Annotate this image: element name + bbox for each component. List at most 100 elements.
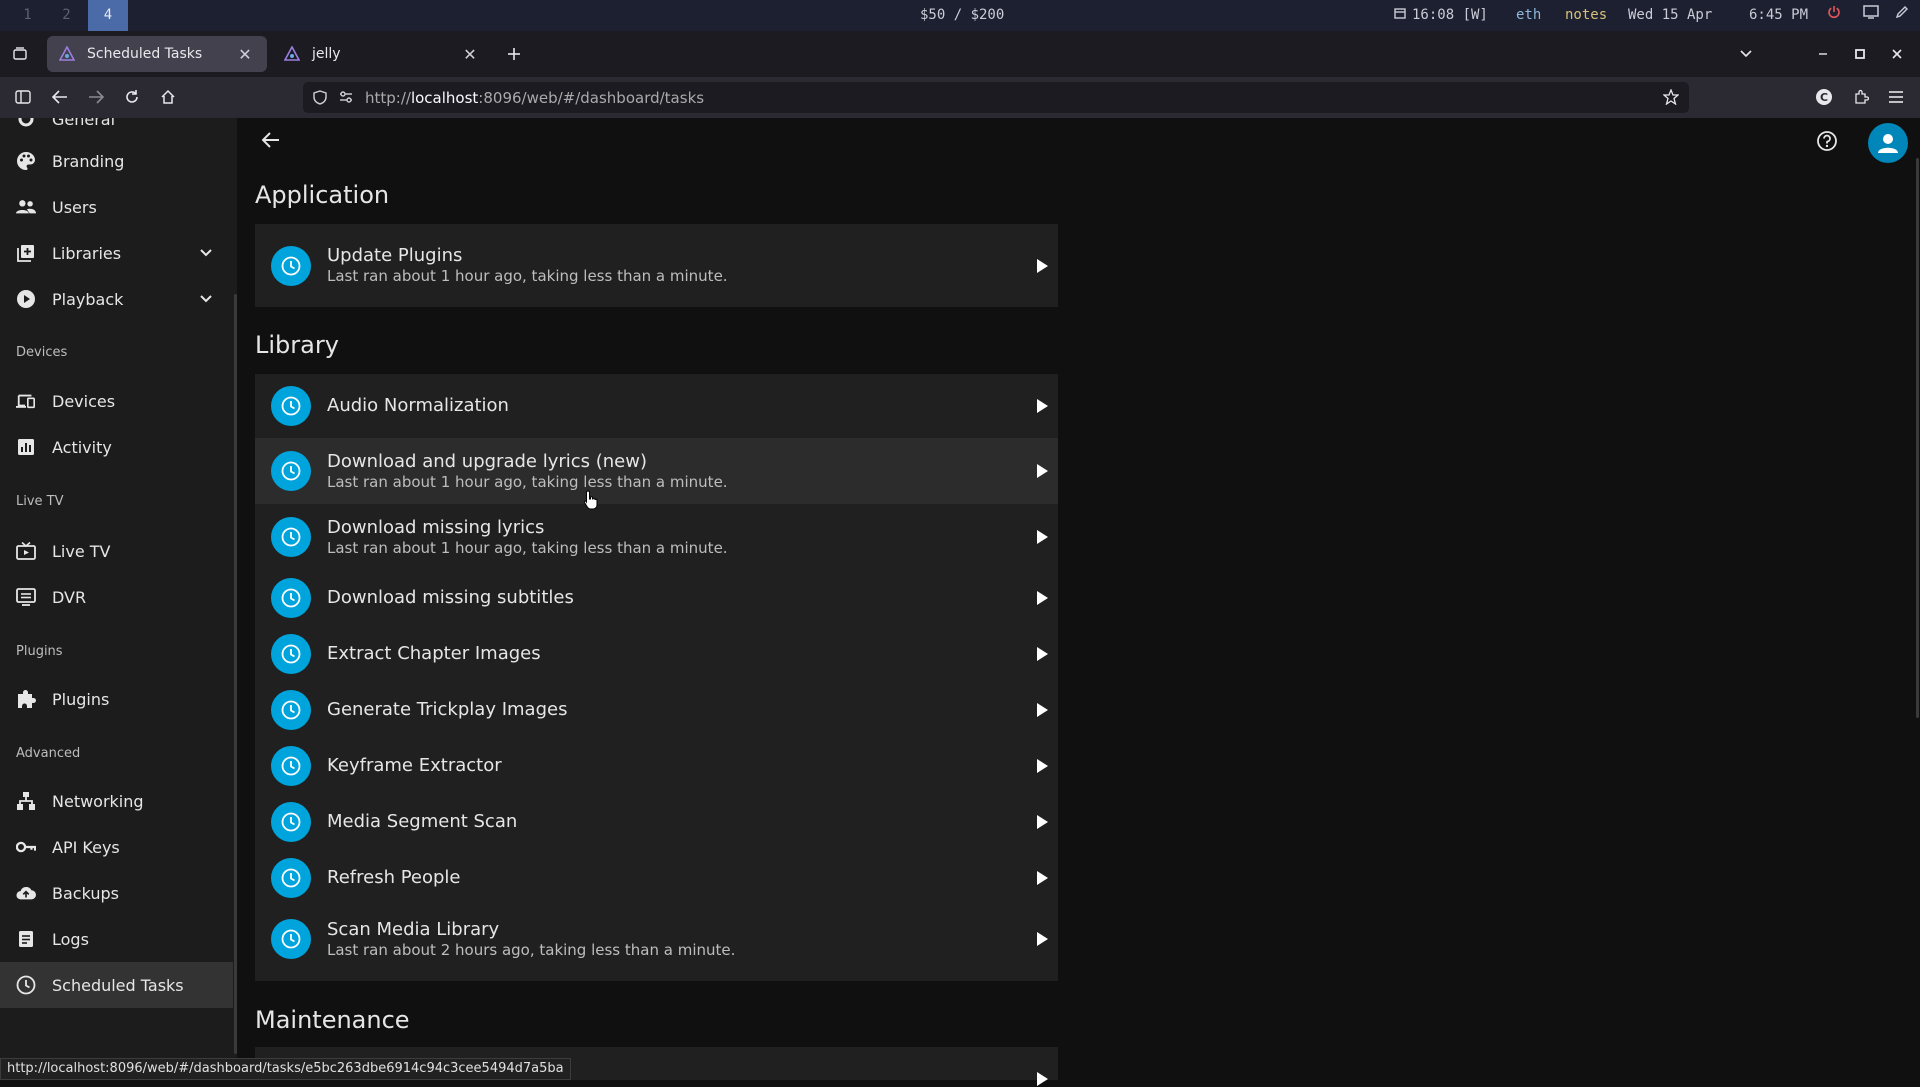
sidebar-item-live-tv[interactable]: Live TV xyxy=(0,528,233,574)
task-row-update-plugins[interactable]: Update Plugins Last ran about 1 hour ago… xyxy=(255,224,1058,307)
extensions-puzzle-icon[interactable] xyxy=(1847,83,1875,111)
task-name[interactable]: Scan Media Library xyxy=(327,919,499,940)
network-status: eth xyxy=(1516,7,1542,23)
task-name[interactable]: Download missing lyrics xyxy=(327,517,544,538)
play-icon[interactable] xyxy=(1035,529,1049,545)
sidebar-item-backups[interactable]: Backups xyxy=(0,870,233,916)
sidebar-item-libraries[interactable]: Libraries xyxy=(0,230,233,276)
task-row-keyframe-extractor[interactable]: Keyframe Extractor xyxy=(255,738,1058,794)
tab-scheduled-tasks[interactable]: Scheduled Tasks ✕ xyxy=(47,36,267,72)
site-permissions-icon[interactable] xyxy=(339,90,353,108)
sidebar-item-devices[interactable]: Devices xyxy=(0,378,233,424)
sidebar-toggle-icon[interactable] xyxy=(9,83,37,111)
sidebar-header-advanced: Advanced xyxy=(16,746,81,761)
task-name[interactable]: Extract Chapter Images xyxy=(327,643,541,664)
play-icon[interactable] xyxy=(1035,258,1049,274)
clock-icon xyxy=(271,858,311,898)
task-row-media-segment-scan[interactable]: Media Segment Scan xyxy=(255,794,1058,850)
task-name[interactable]: Download missing subtitles xyxy=(327,587,574,608)
back-icon[interactable] xyxy=(46,83,74,111)
home-icon[interactable] xyxy=(154,83,182,111)
task-name[interactable]: Media Segment Scan xyxy=(327,811,517,832)
minimize-icon[interactable] xyxy=(1809,40,1837,68)
tab-overview-icon[interactable] xyxy=(6,40,34,68)
sidebar-header-live-tv: Live TV xyxy=(16,494,64,509)
sidebar-item-networking[interactable]: Networking xyxy=(0,778,233,824)
clock-icon xyxy=(271,578,311,618)
task-name[interactable]: Generate Trickplay Images xyxy=(327,699,567,720)
tab-jelly[interactable]: jelly ✕ xyxy=(272,36,492,72)
main-scrollbar[interactable] xyxy=(1916,158,1919,718)
task-row-audio-normalization[interactable]: Audio Normalization xyxy=(255,374,1058,438)
task-status: Last ran about 2 hours ago, taking less … xyxy=(327,941,736,959)
task-name[interactable]: Refresh People xyxy=(327,867,461,888)
pen-icon[interactable] xyxy=(1895,0,1909,31)
close-tab-icon[interactable]: ✕ xyxy=(235,45,255,64)
sidebar-item-label: DVR xyxy=(52,587,87,607)
play-icon[interactable] xyxy=(1035,814,1049,830)
chevron-down-icon[interactable] xyxy=(199,289,213,308)
section-title-application: Application xyxy=(255,181,390,209)
address-bar[interactable]: http://localhost:8096/web/#/dashboard/ta… xyxy=(303,82,1689,113)
help-icon[interactable] xyxy=(1816,130,1838,156)
shield-icon[interactable] xyxy=(313,90,327,109)
menu-hamburger-icon[interactable] xyxy=(1882,83,1910,111)
task-name[interactable]: Download and upgrade lyrics (new) xyxy=(327,451,647,472)
task-row-download-missing-subtitles[interactable]: Download missing subtitles xyxy=(255,570,1058,626)
sidebar-item-plugins[interactable]: Plugins xyxy=(0,676,233,722)
clock-icon xyxy=(271,919,311,959)
workspace-4[interactable]: 4 xyxy=(88,0,128,31)
workspace-1[interactable]: 1 xyxy=(8,0,47,31)
task-row-download-missing-lyrics[interactable]: Download missing lyrics Last ran about 1… xyxy=(255,504,1058,570)
clock-icon xyxy=(16,975,36,995)
play-icon[interactable] xyxy=(1035,1071,1049,1087)
sidebar-item-label: Networking xyxy=(52,791,144,811)
task-name[interactable]: Update Plugins xyxy=(327,245,462,266)
task-row-generate-trickplay-images[interactable]: Generate Trickplay Images xyxy=(255,682,1058,738)
back-arrow-icon[interactable] xyxy=(261,132,280,152)
new-tab-icon[interactable] xyxy=(500,40,528,68)
play-icon[interactable] xyxy=(1035,870,1049,886)
play-icon[interactable] xyxy=(1035,758,1049,774)
task-row-scan-media-library[interactable]: Scan Media Library Last ran about 2 hour… xyxy=(255,906,1058,972)
play-icon[interactable] xyxy=(1035,463,1049,479)
extension-c-icon[interactable]: C xyxy=(1810,83,1838,111)
sidebar-item-playback[interactable]: Playback xyxy=(0,276,233,322)
task-row-extract-chapter-images[interactable]: Extract Chapter Images xyxy=(255,626,1058,682)
url-text[interactable]: http://localhost:8096/web/#/dashboard/ta… xyxy=(365,89,704,107)
link-preview-status: http://localhost:8096/web/#/dashboard/ta… xyxy=(0,1058,571,1080)
play-icon[interactable] xyxy=(1035,398,1049,414)
play-icon[interactable] xyxy=(1035,931,1049,947)
close-window-icon[interactable] xyxy=(1883,40,1911,68)
notes-indicator[interactable]: notes xyxy=(1565,0,1607,31)
power-icon[interactable] xyxy=(1827,0,1841,31)
task-row-refresh-people[interactable]: Refresh People xyxy=(255,850,1058,906)
sidebar-item-dvr[interactable]: DVR xyxy=(0,574,233,620)
reload-icon[interactable] xyxy=(118,83,146,111)
sidebar-item-branding[interactable]: Branding xyxy=(0,138,233,184)
play-icon[interactable] xyxy=(1035,646,1049,662)
user-avatar-icon[interactable] xyxy=(1868,123,1908,163)
sidebar-item-label: Devices xyxy=(52,391,116,411)
jellyfin-icon xyxy=(58,45,76,62)
task-row-download-upgrade-lyrics[interactable]: Download and upgrade lyrics (new) Last r… xyxy=(255,438,1058,504)
chevron-down-icon[interactable] xyxy=(199,243,213,262)
sidebar-item-api-keys[interactable]: API Keys xyxy=(0,824,233,870)
clock-mode: 16:08 [W] xyxy=(1412,7,1488,23)
forward-icon[interactable] xyxy=(82,83,110,111)
sidebar-item-scheduled-tasks[interactable]: Scheduled Tasks xyxy=(0,962,233,1008)
workspace-2[interactable]: 2 xyxy=(47,0,86,31)
main-content: Application Update Plugins Last ran abou… xyxy=(237,118,1920,1086)
list-tabs-chevron-icon[interactable] xyxy=(1732,40,1760,68)
task-name[interactable]: Audio Normalization xyxy=(327,395,509,416)
task-name[interactable]: Keyframe Extractor xyxy=(327,755,502,776)
sidebar-item-activity[interactable]: Activity xyxy=(0,424,233,470)
maximize-icon[interactable] xyxy=(1846,40,1874,68)
play-icon[interactable] xyxy=(1035,590,1049,606)
close-tab-icon[interactable]: ✕ xyxy=(460,45,480,64)
play-icon[interactable] xyxy=(1035,702,1049,718)
sidebar-item-users[interactable]: Users xyxy=(0,184,233,230)
screen-icon[interactable] xyxy=(1863,0,1879,31)
bookmark-star-icon[interactable] xyxy=(1662,88,1680,109)
sidebar-item-logs[interactable]: Logs xyxy=(0,916,233,962)
